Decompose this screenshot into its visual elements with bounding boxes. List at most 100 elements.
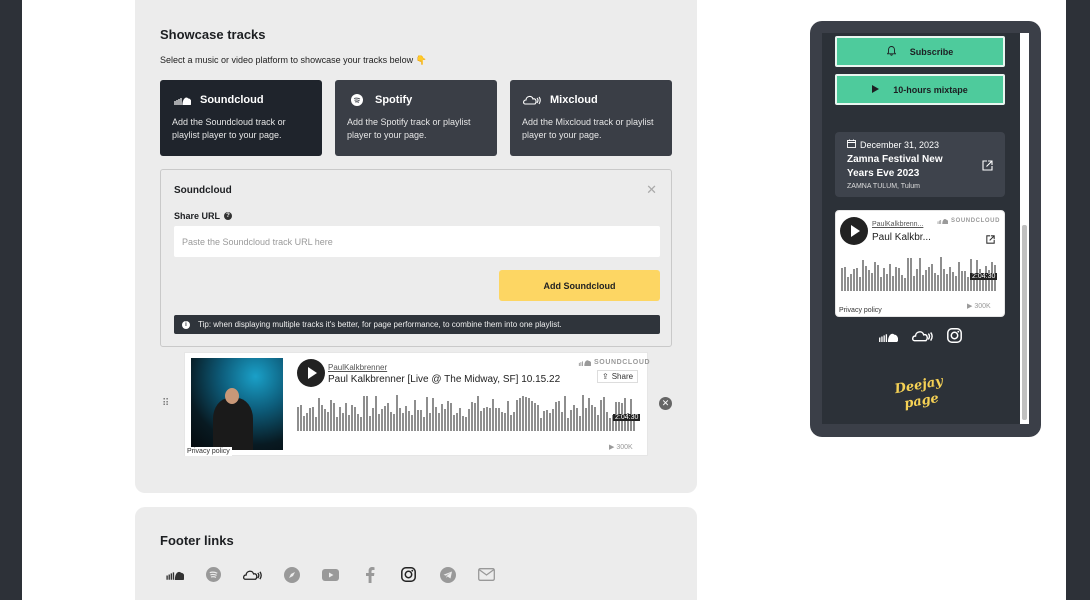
- instagram-icon[interactable]: [947, 328, 962, 348]
- waveform-bar: [859, 277, 861, 291]
- waveform-bar: [297, 407, 299, 431]
- event-title: Zamna Festival New Years Eve 2023: [847, 154, 943, 179]
- waveform-bar: [345, 403, 347, 431]
- footer-links-panel: Footer links: [135, 507, 697, 600]
- waveform-bar: [456, 413, 458, 431]
- waveform-bar: [498, 408, 500, 431]
- waveform-bar: [492, 399, 494, 431]
- waveform-bar: [952, 272, 954, 291]
- waveform-bar: [351, 405, 353, 431]
- waveform-bar: [330, 400, 332, 431]
- waveform-bar: [324, 409, 326, 431]
- external-link-icon[interactable]: [982, 158, 993, 176]
- tip-banner: i Tip: when displaying multiple tracks i…: [174, 315, 660, 334]
- platform-card-mixcloud[interactable]: Mixcloud Add the Mixcloud track or playl…: [510, 80, 672, 156]
- waveform-bar: [937, 275, 939, 291]
- waveform-bar: [886, 274, 888, 291]
- waveform-bar: [525, 397, 527, 431]
- waveform-bar: [570, 410, 572, 431]
- play-button[interactable]: [297, 359, 325, 387]
- waveform-bar: [510, 415, 512, 431]
- waveform-bar: [378, 414, 380, 431]
- section-title: Showcase tracks: [160, 27, 266, 42]
- waveform-bar: [306, 413, 308, 431]
- soundcloud-icon[interactable]: [165, 565, 184, 584]
- waveform-bar: [546, 410, 548, 431]
- soundcloud-icon[interactable]: [877, 329, 899, 347]
- waveform-bar: [567, 418, 569, 431]
- soundcloud-brand[interactable]: SOUNDCLOUD: [577, 359, 650, 366]
- remove-track-button[interactable]: ✕: [659, 397, 672, 410]
- add-soundcloud-button[interactable]: Add Soundcloud: [499, 270, 660, 301]
- waveform-bar: [841, 268, 843, 291]
- event-venue: ZAMNA TULUM, Tulum: [847, 183, 920, 190]
- waveform-bar: [339, 407, 341, 431]
- event-card[interactable]: December 31, 2023 Zamna Festival New Yea…: [835, 132, 1005, 197]
- track-title[interactable]: Paul Kalkbrenner [Live @ The Midway, SF]…: [328, 374, 560, 385]
- waveform-bar: [450, 403, 452, 431]
- spotify-icon[interactable]: [204, 565, 223, 584]
- mixcloud-icon[interactable]: [243, 565, 262, 584]
- waveform-bar: [603, 397, 605, 431]
- waveform-bar: [522, 396, 524, 431]
- brand-text: SOUNDCLOUD: [594, 359, 651, 366]
- waveform-bar: [477, 396, 479, 431]
- platform-card-spotify[interactable]: Spotify Add the Spotify track or playlis…: [335, 80, 497, 156]
- waveform-bar: [895, 267, 897, 291]
- track-artwork: [191, 358, 283, 450]
- waveform-bar: [868, 270, 870, 291]
- waveform-bar: [336, 417, 338, 431]
- page: Showcase tracks Select a music or video …: [22, 0, 1066, 600]
- waveform-bar: [504, 413, 506, 431]
- youtube-icon[interactable]: [321, 565, 340, 584]
- email-icon[interactable]: [477, 565, 496, 584]
- waveform-bar: [417, 410, 419, 431]
- soundcloud-embed-mini: PaulKalkbrenn... Paul Kalkbr... SOUNDCLO…: [835, 210, 1005, 317]
- instagram-icon[interactable]: [399, 565, 418, 584]
- scrollbar[interactable]: [1020, 33, 1029, 424]
- facebook-icon[interactable]: [360, 565, 379, 584]
- waveform-bar: [483, 408, 485, 431]
- soundcloud-icon: [172, 94, 192, 106]
- compass-icon[interactable]: [282, 565, 301, 584]
- waveform-bar: [844, 267, 846, 291]
- waveform-bar: [465, 417, 467, 431]
- privacy-policy-link[interactable]: Privacy policy: [185, 447, 232, 456]
- deejay-page-logo[interactable]: Deejay page: [894, 374, 947, 414]
- soundcloud-brand[interactable]: SOUNDCLOUD: [936, 218, 1000, 224]
- mixcloud-icon[interactable]: [912, 329, 933, 347]
- mixtape-button[interactable]: 10-hours mixtape: [835, 74, 1005, 105]
- scrollbar-thumb[interactable]: [1022, 225, 1027, 420]
- waveform-bar: [919, 258, 921, 291]
- track-artist[interactable]: PaulKalkbrenn...: [872, 221, 923, 228]
- external-link-icon[interactable]: [986, 231, 995, 249]
- close-icon[interactable]: ✕: [646, 182, 657, 198]
- waveform-bar: [889, 264, 891, 291]
- track-title[interactable]: Paul Kalkbr...: [872, 232, 931, 243]
- help-icon[interactable]: ?: [224, 212, 233, 220]
- drag-handle-icon[interactable]: ⠿: [162, 398, 169, 409]
- share-url-input[interactable]: [174, 226, 660, 257]
- waveform-bar: [588, 398, 590, 431]
- privacy-policy-link[interactable]: Privacy policy: [837, 306, 884, 315]
- waveform-bar: [309, 408, 311, 431]
- platform-card-soundcloud[interactable]: Soundcloud Add the Soundcloud track or p…: [160, 80, 322, 156]
- waveform-bar: [372, 408, 374, 431]
- waveform-bar: [369, 416, 371, 431]
- waveform-bar: [561, 412, 563, 431]
- track-artist[interactable]: PaulKalkbrenner: [328, 363, 387, 372]
- waveform-bar: [429, 413, 431, 431]
- waveform-bar: [579, 416, 581, 431]
- play-button[interactable]: [840, 217, 868, 245]
- waveform[interactable]: [297, 395, 639, 431]
- subscribe-button[interactable]: Subscribe: [835, 36, 1005, 67]
- share-button[interactable]: ⇪ Share: [597, 370, 639, 383]
- event-date: December 31, 2023: [860, 139, 940, 150]
- waveform-bar: [303, 416, 305, 431]
- waveform-bar: [441, 404, 443, 431]
- telegram-icon[interactable]: [438, 565, 457, 584]
- waveform-bar: [597, 415, 599, 431]
- subscribe-label: Subscribe: [909, 46, 954, 57]
- waveform-bar: [357, 414, 359, 431]
- waveform-bar: [910, 258, 912, 291]
